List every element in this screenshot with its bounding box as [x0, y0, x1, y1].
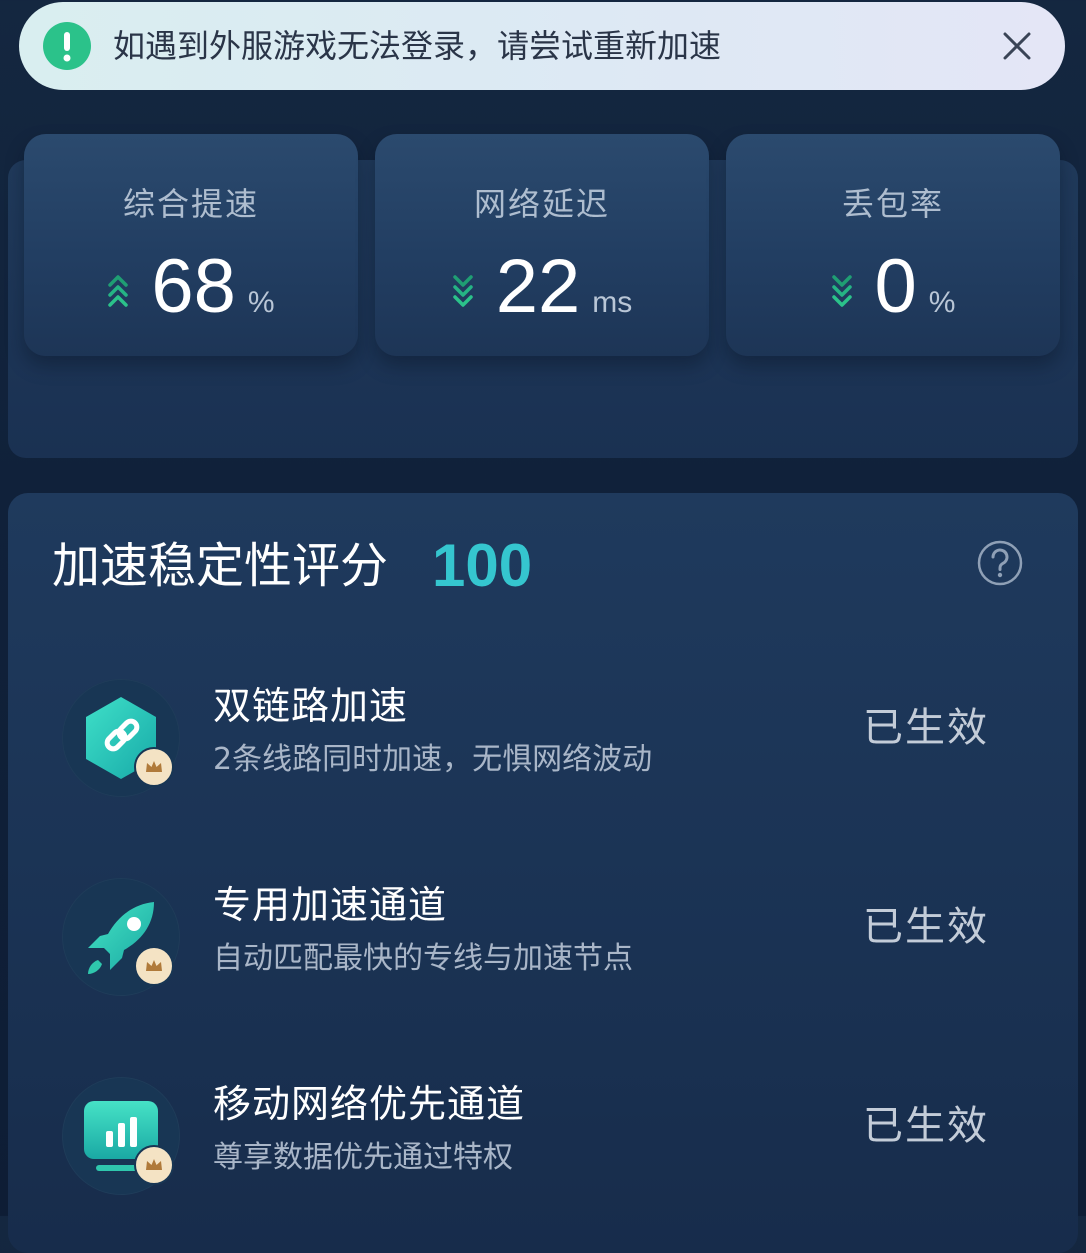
feature-status: 已生效 [863, 705, 989, 751]
feature-title: 移动网络优先通道 [213, 1082, 526, 1126]
feature-status: 已生效 [863, 904, 989, 950]
stat-card-packet-loss: 丢包率 0 % [726, 134, 1060, 356]
feature-desc: 2条线路同时加速，无惧网络波动 [213, 742, 653, 777]
feature-title: 专用加速通道 [213, 883, 448, 927]
stat-unit: ms [592, 286, 633, 319]
feature-desc: 自动匹配最快的专线与加速节点 [213, 941, 633, 976]
stability-title: 加速稳定性评分 [52, 538, 389, 594]
stat-unit: % [247, 286, 275, 319]
stat-label: 丢包率 [841, 185, 944, 223]
stat-unit: % [928, 286, 956, 319]
feature-status: 已生效 [863, 1103, 989, 1149]
stat-card-speedup: 综合提速 68 % [24, 134, 358, 356]
trend-down-icon [452, 275, 473, 307]
stability-panel: 加速稳定性评分 100 双链路加速 2条线路同时加速，无惧网络波动 已生效 专用… [8, 493, 1078, 1253]
crown-icon [134, 747, 174, 787]
stat-value: 68 [151, 244, 236, 329]
feature-desc: 尊享数据优先通过特权 [213, 1140, 513, 1175]
close-icon[interactable] [999, 28, 1035, 64]
question-circle-icon[interactable] [976, 539, 1024, 587]
stat-value: 22 [495, 244, 581, 329]
feature-title: 双链路加速 [213, 684, 409, 728]
stability-score: 100 [432, 532, 533, 599]
stat-label: 综合提速 [122, 185, 259, 223]
crown-icon [134, 946, 174, 986]
trend-down-icon [831, 275, 852, 307]
feature-mobile-priority: 移动网络优先通道 尊享数据优先通过特权 已生效 [8, 1077, 1078, 1207]
crown-icon [134, 1145, 174, 1185]
feature-dedicated-channel: 专用加速通道 自动匹配最快的专线与加速节点 已生效 [8, 878, 1078, 1008]
stat-value: 0 [874, 244, 917, 329]
feature-icon [62, 679, 180, 797]
notice-banner: 如遇到外服游戏无法登录，请尝试重新加速 [19, 2, 1065, 90]
feature-dual-link: 双链路加速 2条线路同时加速，无惧网络波动 已生效 [8, 679, 1078, 809]
feature-icon [62, 878, 180, 996]
exclamation-icon [43, 22, 91, 70]
feature-icon [62, 1077, 180, 1195]
notice-text: 如遇到外服游戏无法登录，请尝试重新加速 [113, 27, 722, 65]
stat-label: 网络延迟 [473, 185, 610, 223]
trend-up-icon [108, 275, 129, 307]
stat-card-latency: 网络延迟 22 ms [375, 134, 709, 356]
